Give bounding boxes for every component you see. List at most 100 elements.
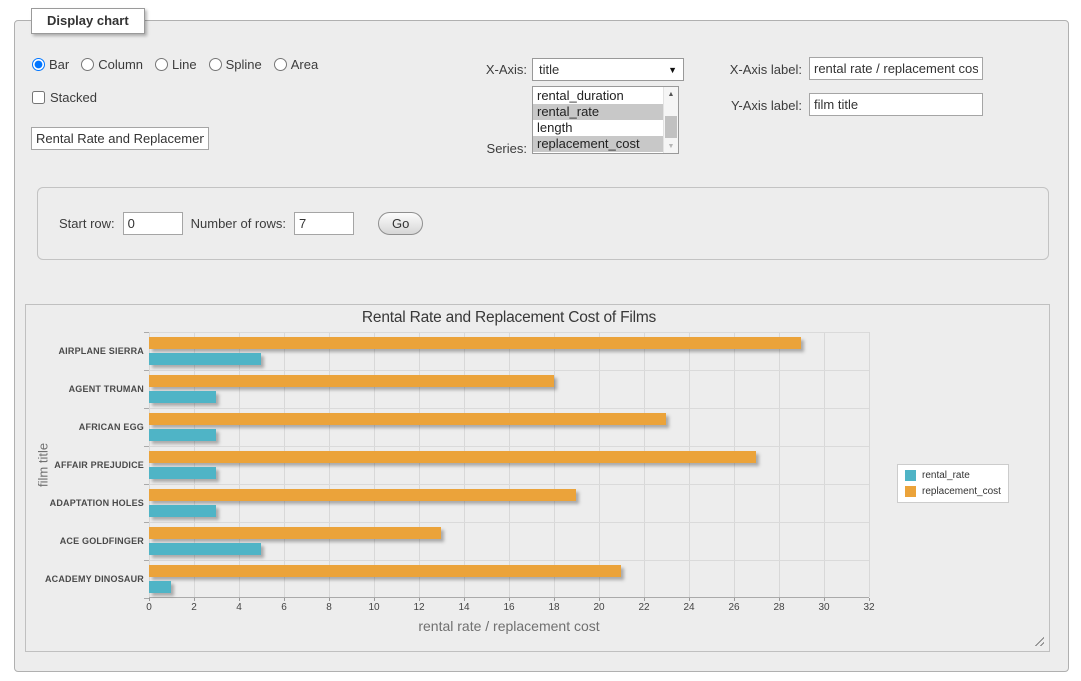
legend-swatch-icon [905,486,916,497]
chart-type-radio-bar[interactable] [32,58,45,71]
gridline-vertical [779,332,780,597]
x-tick-mark [509,598,510,601]
y-tick-mark [144,484,149,485]
bar-rental_rate [149,467,216,479]
bar-replacement_cost [149,451,756,463]
bar-replacement_cost [149,375,554,387]
gridline-vertical [239,332,240,597]
gridline-vertical [284,332,285,597]
legend-entry-rental_rate[interactable]: rental_rate [905,470,1001,481]
resize-grip-icon[interactable] [1032,634,1044,646]
stacked-checkbox[interactable] [32,91,45,104]
x-tick-label: 2 [191,602,197,613]
gridline-vertical [554,332,555,597]
chart-type-option-spline[interactable]: Spline [209,57,262,72]
y-axis-label-caption: Y-Axis label: [715,98,802,113]
x-tick-label: 4 [236,602,242,613]
stacked-label: Stacked [50,90,97,105]
gridline-vertical [329,332,330,597]
y-axis-label-input[interactable] [809,93,983,116]
scrollbar-thumb[interactable] [665,116,677,138]
series-multiselect[interactable]: rental_durationrental_ratelengthreplacem… [532,86,679,154]
bar-rental_rate [149,543,261,555]
bar-replacement_cost [149,413,666,425]
chart-title: Rental Rate and Replacement Cost of Film… [149,309,869,327]
gridline-horizontal [149,522,869,523]
x-axis-label-input[interactable] [809,57,983,80]
start-row-label: Start row: [59,216,115,231]
category-label: ACE GOLDFINGER [26,522,144,560]
y-tick-mark [144,522,149,523]
x-tick-label: 12 [413,602,424,613]
x-tick-mark [239,598,240,601]
y-tick-mark [144,598,149,599]
bar-rental_rate [149,353,261,365]
x-tick-label: 22 [638,602,649,613]
scroll-down-arrow-icon[interactable]: ▼ [664,139,678,153]
x-tick-mark [869,598,870,601]
series-option-length[interactable]: length [533,120,663,136]
series-option-rental_duration[interactable]: rental_duration [533,88,663,104]
plot-area [149,332,869,598]
gridline-vertical [689,332,690,597]
category-label: ACADEMY DINOSAUR [26,560,144,598]
x-tick-mark [419,598,420,601]
chart-type-radio-area[interactable] [274,58,287,71]
series-scrollbar[interactable]: ▲ ▼ [663,87,678,153]
gridline-horizontal [149,446,869,447]
bar-rental_rate [149,505,216,517]
gridline-horizontal [149,332,869,333]
gridline-horizontal [149,560,869,561]
chart-type-radio-label: Column [98,57,143,72]
chart-type-option-area[interactable]: Area [274,57,318,72]
x-tick-label: 26 [728,602,739,613]
x-tick-label: 8 [326,602,332,613]
start-row-input[interactable] [123,212,183,235]
select-dropdown-arrow-icon: ▼ [668,65,677,75]
legend-entry-replacement_cost[interactable]: replacement_cost [905,486,1001,497]
x-tick-label: 18 [548,602,559,613]
chart-type-option-bar[interactable]: Bar [32,57,69,72]
x-tick-label: 32 [863,602,874,613]
gridline-vertical [464,332,465,597]
x-axis-select[interactable]: title ▼ [532,58,684,81]
x-tick-labels: 02468101214161820222426283032 [149,602,869,614]
chart-type-radio-spline[interactable] [209,58,222,71]
x-tick-mark [824,598,825,601]
series-option-replacement_cost[interactable]: replacement_cost [533,136,663,152]
x-tick-label: 20 [593,602,604,613]
category-label: ADAPTATION HOLES [26,484,144,522]
bar-replacement_cost [149,527,441,539]
x-tick-mark [644,598,645,601]
chart-type-option-column[interactable]: Column [81,57,143,72]
chart-type-radio-group: Bar Column Line Spline Area [32,57,318,72]
x-tick-label: 24 [683,602,694,613]
x-tick-mark [329,598,330,601]
category-label: AGENT TRUMAN [26,370,144,408]
chart-type-radio-line[interactable] [155,58,168,71]
chart-x-axis-title: rental rate / replacement cost [149,618,869,634]
y-tick-mark [144,370,149,371]
category-label: AFFAIR PREJUDICE [26,446,144,484]
series-option-rental_rate[interactable]: rental_rate [533,104,663,120]
chart-type-radio-label: Bar [49,57,69,72]
stacked-option[interactable]: Stacked [32,90,97,105]
x-tick-label: 16 [503,602,514,613]
chart-type-radio-column[interactable] [81,58,94,71]
x-tick-label: 30 [818,602,829,613]
scrollbar-track[interactable] [664,101,678,139]
chart-title-input[interactable] [31,127,209,150]
scroll-up-arrow-icon[interactable]: ▲ [664,87,678,101]
gridline-vertical [599,332,600,597]
num-rows-input[interactable] [294,212,354,235]
bar-replacement_cost [149,565,621,577]
gridline-vertical [869,332,870,597]
chart-container: Rental Rate and Replacement Cost of Film… [25,304,1050,652]
x-tick-label: 28 [773,602,784,613]
x-tick-label: 10 [368,602,379,613]
gridline-vertical [374,332,375,597]
chart-legend: rental_rate replacement_cost [897,464,1009,503]
x-tick-mark [599,598,600,601]
chart-type-option-line[interactable]: Line [155,57,197,72]
go-button[interactable]: Go [378,212,423,235]
